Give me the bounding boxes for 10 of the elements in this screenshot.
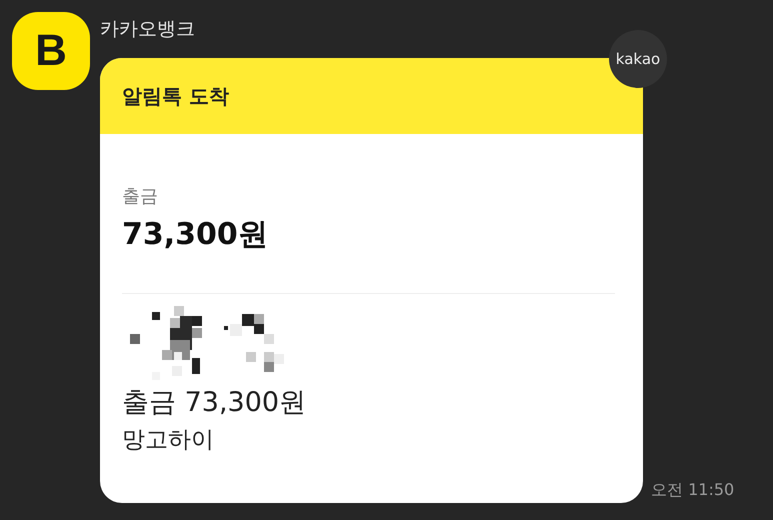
bank-logo-avatar[interactable]: B — [12, 12, 90, 90]
summary-text: 출금 73,300원 — [122, 386, 306, 420]
transaction-amount: 73,300원 — [122, 216, 268, 254]
sender-name: 카카오뱅크 — [100, 17, 196, 42]
message-time: 오전 11:50 — [651, 480, 734, 501]
kakao-badge: kakao — [609, 30, 667, 88]
header-title: 알림톡 도착 — [122, 82, 229, 110]
merchant-name: 망고하이 — [122, 426, 214, 455]
avatar-letter: B — [35, 26, 67, 76]
transaction-label: 출금 — [122, 185, 158, 208]
